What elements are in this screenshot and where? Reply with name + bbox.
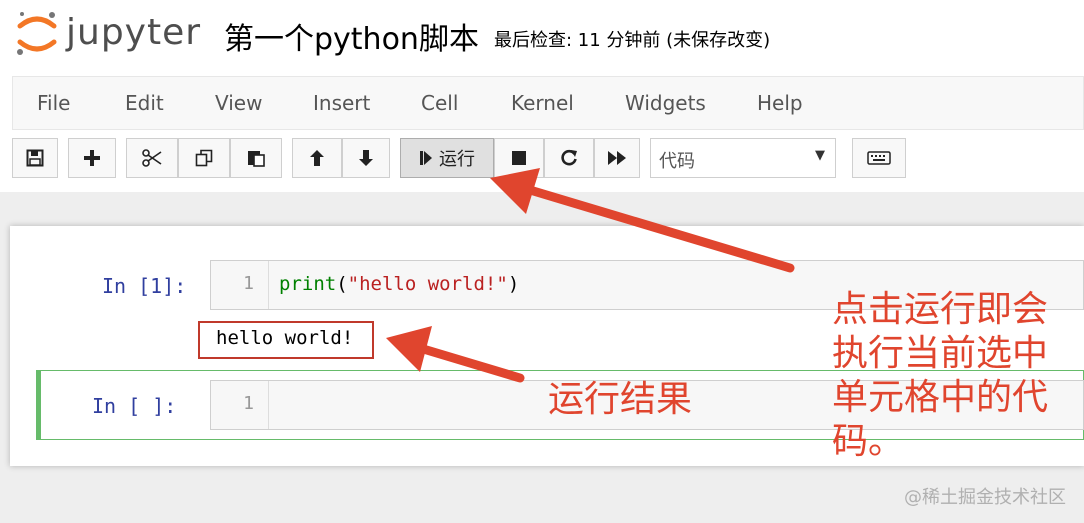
- save-icon: [26, 149, 44, 167]
- cell-1-line-number: 1: [211, 261, 269, 309]
- run-button[interactable]: 运行: [400, 138, 494, 178]
- paste-icon: [248, 151, 265, 167]
- menu-cell[interactable]: Cell: [421, 91, 458, 115]
- cell-2-input-prompt: In [ ]:: [92, 394, 177, 418]
- menu-view[interactable]: View: [215, 91, 262, 115]
- menu-edit[interactable]: Edit: [125, 91, 164, 115]
- caret-down-icon: ▼: [815, 148, 825, 163]
- command-palette-button[interactable]: [852, 138, 906, 178]
- cell-1-output: hello world!: [198, 321, 374, 359]
- fast-forward-icon: [608, 151, 626, 165]
- copy-button[interactable]: [178, 138, 230, 178]
- notebook-title[interactable]: 第一个python脚本: [224, 14, 479, 58]
- menu-insert[interactable]: Insert: [313, 91, 370, 115]
- code-function: print: [279, 273, 337, 295]
- checkpoint-status: 最后检查: 11 分钟前 (未保存改变): [494, 30, 771, 51]
- plus-icon: [84, 150, 100, 166]
- insert-cell-button[interactable]: [68, 138, 116, 178]
- code-paren-open: (: [336, 273, 348, 295]
- code-string: "hello world!": [347, 273, 508, 295]
- keyboard-icon: [867, 151, 891, 165]
- run-annotation-line-3: 单元格中的代: [832, 377, 1049, 418]
- run-annotation-line-1: 点击运行即会: [832, 289, 1049, 330]
- interrupt-kernel-button[interactable]: [494, 138, 544, 178]
- move-up-button[interactable]: [292, 138, 342, 178]
- cell-1-input-prompt: In [1]:: [102, 274, 187, 298]
- cell-type-value: 代码: [659, 151, 695, 172]
- run-annotation-line-4: 码。: [832, 421, 905, 462]
- restart-kernel-button[interactable]: [544, 138, 594, 178]
- move-down-button[interactable]: [342, 138, 390, 178]
- menu-kernel[interactable]: Kernel: [511, 91, 574, 115]
- run-button-label: 运行: [439, 149, 475, 170]
- save-button[interactable]: [12, 138, 58, 178]
- copy-icon: [195, 149, 213, 167]
- run-annotation: 点击运行即会 执行当前选中 单元格中的代 码。: [832, 288, 1048, 464]
- paste-button[interactable]: [230, 138, 282, 178]
- cell-1-code: print("hello world!"): [279, 273, 519, 295]
- watermark: @稀土掘金技术社区: [904, 487, 1066, 508]
- menu-widgets[interactable]: Widgets: [625, 91, 706, 115]
- menu-file[interactable]: File: [37, 91, 70, 115]
- refresh-icon: [561, 149, 577, 166]
- step-forward-icon: [420, 151, 432, 165]
- run-annotation-line-2: 执行当前选中: [832, 333, 1049, 374]
- menu-bar: File Edit View Insert Cell Kernel Widget…: [12, 76, 1084, 130]
- menu-help[interactable]: Help: [757, 91, 803, 115]
- jupyter-logo-text[interactable]: jupyter: [66, 12, 201, 53]
- restart-run-all-button[interactable]: [594, 138, 640, 178]
- code-paren-close: ): [507, 273, 520, 295]
- header: jupyter 第一个python脚本 最后检查: 11 分钟前 (未保存改变): [0, 0, 1084, 72]
- scissors-icon: [142, 149, 162, 167]
- arrow-down-icon: [359, 150, 373, 166]
- cell-2-line-number: 1: [211, 381, 269, 429]
- jupyter-logo-icon: [17, 12, 57, 55]
- arrow-up-icon: [310, 150, 324, 166]
- toolbar: 运行 代码 ▼: [0, 132, 1084, 192]
- result-annotation: 运行结果: [548, 379, 693, 420]
- cell-type-select[interactable]: 代码 ▼: [650, 138, 836, 178]
- stop-icon: [512, 151, 526, 165]
- cut-button[interactable]: [126, 138, 178, 178]
